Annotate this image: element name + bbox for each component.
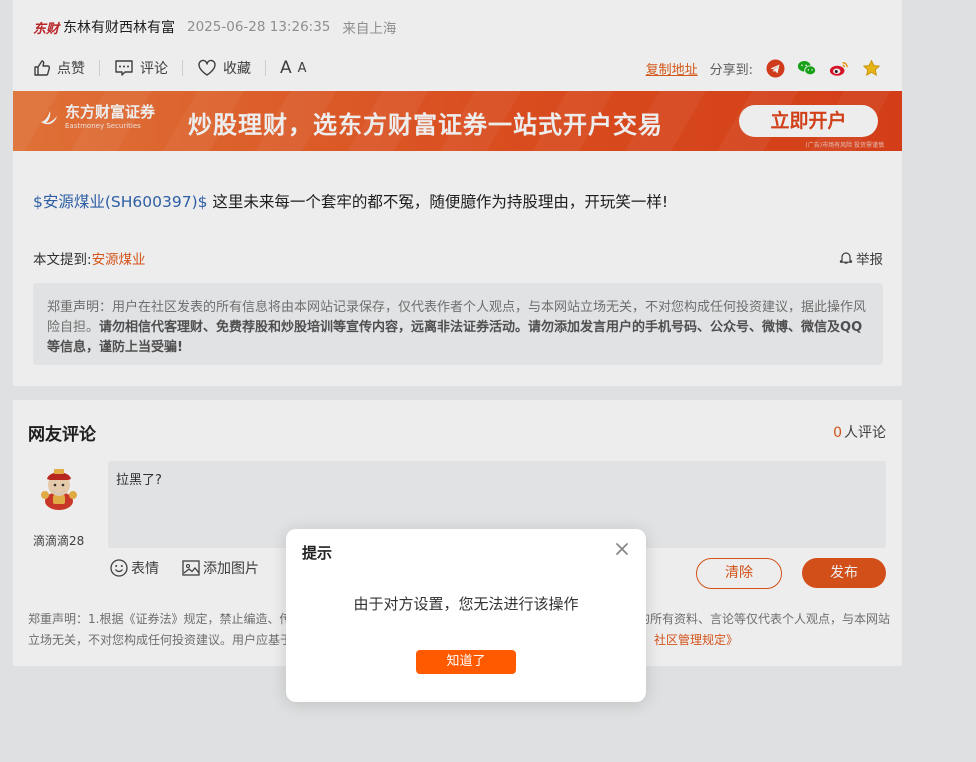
dialog-message: 由于对方设置，您无法进行该操作 bbox=[353, 595, 579, 613]
dialog-title: 提示 bbox=[302, 544, 333, 562]
close-icon[interactable] bbox=[614, 541, 630, 557]
alert-dialog: 提示 由于对方设置，您无法进行该操作 知道了 bbox=[286, 529, 646, 702]
dialog-confirm-button[interactable]: 知道了 bbox=[416, 650, 516, 674]
